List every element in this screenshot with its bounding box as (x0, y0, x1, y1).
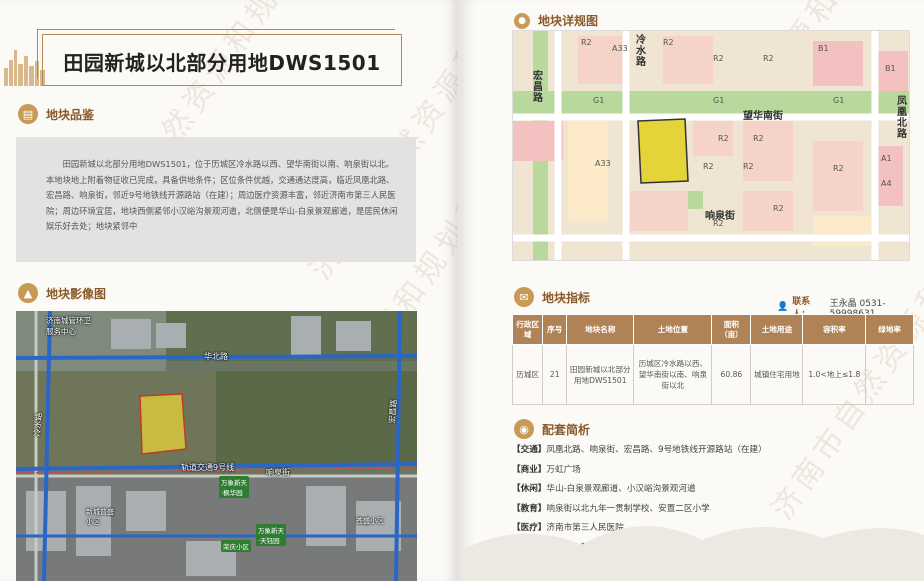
table-cell: 1.0<地上≤1.8 (802, 344, 867, 405)
table-cell (865, 344, 914, 405)
map-label: 轨道交通9号线 (181, 463, 235, 472)
map-label: 宏昌路 (387, 399, 399, 424)
map-pin: 万象新天 ·天钰园 (256, 524, 286, 546)
map-pin: 万象新天 ·枫华园 (219, 476, 249, 498)
svg-text:A1: A1 (881, 154, 892, 163)
section-header-image: ▲ 地块影像图 (18, 283, 106, 303)
svg-text:R2: R2 (753, 134, 764, 143)
facility-tag: 【医疗】 (512, 523, 547, 534)
facilities-list: 【交通】凤凰北路、响泉街、宏昌路、9号地铁线开源路站（在建） 【商业】万虹广场 … (512, 441, 912, 559)
table-header: 行政区域 (511, 314, 544, 345)
section-header-intro: ▤ 地块品鉴 (18, 104, 94, 124)
title-frame: 田园新城以北部分用地DWS1501 (37, 29, 402, 86)
table-header: 土地用途 (750, 314, 804, 345)
book-icon: ▤ (18, 104, 38, 124)
table-header: 序号 (542, 314, 568, 345)
facility-tag: 【商业】 (512, 464, 547, 475)
map-label: 华北路 (204, 352, 228, 361)
facility-tag: 【休闲】 (512, 484, 547, 495)
map-label: 响泉街 (266, 468, 290, 477)
road-label: 冷 水 路 (636, 35, 646, 68)
svg-text:A33: A33 (595, 159, 611, 168)
section-title: 地块影像图 (46, 286, 107, 301)
satellite-map: 济南城管环卫 服务中心 华北路 冷水路 轨道交通9号线 响泉街 宏昌路 新城普盛… (16, 311, 417, 581)
intro-text: 田园新城以北部分用地DWS1501，位于历城区冷水路以西、望华南街以南、响泉街以… (46, 159, 398, 231)
facility-text: 济南市第三人民医院 (546, 523, 624, 534)
facility-tag: 【周边楼盘】 (512, 542, 564, 553)
list-item: 【商业】万虹广场 (512, 461, 912, 481)
table-header: 面积（亩） (711, 314, 752, 345)
svg-text:R2: R2 (713, 54, 724, 63)
table-cell: 田园新城以北部分用地DWS1501 (566, 344, 635, 405)
svg-text:R2: R2 (718, 134, 729, 143)
map-pin-icon: ● (514, 12, 530, 29)
section-title: 配套简析 (542, 422, 591, 437)
svg-text:R2: R2 (743, 162, 754, 171)
map-label: 冷水路 (32, 412, 44, 437)
right-page: 济南市自然资源和规划局 济南市自然资源和规划局 ● 地块详规图 (462, 0, 924, 581)
facility-text: 万虹广场 (546, 464, 581, 475)
facility-tag: 【交通】 (512, 445, 547, 455)
map-label: 新城普盛 小区 (86, 508, 114, 526)
facility-text: 万象新天 (563, 542, 598, 553)
land-index-table: 行政区域 序号 地块名称 土地位置 面积（亩） 土地用途 容积率 绿地率 历城区… (511, 314, 914, 405)
list-item: 【交通】凤凰北路、响泉街、宏昌路、9号地铁线开源路站（在建） (512, 441, 912, 461)
svg-text:G1: G1 (713, 96, 724, 105)
facility-text: 华山-白泉景观廊道、小汉峪沟景观河道 (546, 484, 696, 495)
table-cell: 历城区 (511, 344, 544, 405)
list-item: 【周边楼盘】万象新天 (512, 539, 912, 559)
table-header-row: 行政区域 序号 地块名称 土地位置 面积（亩） 土地用途 容积率 绿地率 (511, 314, 914, 345)
location-icon: ◉ (514, 419, 534, 439)
section-title: 地块详规图 (538, 14, 599, 28)
table-header: 容积率 (802, 314, 867, 345)
road-label: 响泉街 (705, 211, 735, 222)
road-label: 宏 昌 路 (533, 71, 543, 104)
table-header: 土地位置 (633, 314, 713, 345)
svg-text:B1: B1 (818, 44, 829, 53)
map-label: 济南城管环卫 服务中心 (46, 316, 91, 336)
zoning-map: R2 A33 R2 R2 R2 B1 B1 G1 G1 G1 R2 R2 A33 R2 R2 R2 A… (512, 30, 910, 261)
mail-icon: ✉ (514, 287, 534, 307)
table-cell: 城镇住宅用地 (750, 344, 804, 405)
intro-box: 田园新城以北部分用地DWS1501，位于历城区冷水路以西、望华南街以南、响泉街以… (16, 137, 416, 262)
road-label: 凤 凰 北 路 (897, 96, 907, 140)
svg-text:G1: G1 (593, 96, 604, 105)
svg-text:R2: R2 (663, 38, 674, 47)
svg-text:R2: R2 (833, 164, 844, 173)
page-title: 田园新城以北部分用地DWS1501 (63, 51, 381, 75)
svg-text:A33: A33 (612, 44, 628, 53)
table-cell: 21 (542, 344, 568, 405)
table-cell: 历城区冷水路以西、望华南街以南、响泉街以北 (633, 344, 713, 405)
table-header: 地块名称 (566, 314, 635, 345)
table-row: 历城区 21 田园新城以北部分用地DWS1501 历城区冷水路以西、望华南街以南… (511, 344, 914, 405)
map-pin: 荣庆小区 (221, 540, 251, 552)
zoning-plan: R2 A33 R2 R2 R2 B1 B1 G1 G1 G1 R2 R2 A33 R2 R2 R2 A… (513, 31, 909, 260)
svg-text:R2: R2 (773, 204, 784, 213)
facility-tag: 【教育】 (512, 503, 547, 514)
mountain-icon: ▲ (18, 283, 38, 303)
svg-text:B1: B1 (885, 64, 896, 73)
section-header-facilities: ◉ 配套简析 (514, 419, 590, 439)
section-header-index: ✉ 地块指标 (514, 287, 590, 307)
svg-text:R2: R2 (763, 54, 774, 63)
svg-text:R2: R2 (703, 162, 714, 171)
person-icon: 👤 (777, 302, 789, 312)
table-cell: 60.86 (711, 344, 752, 405)
list-item: 【医疗】济南市第三人民医院 (512, 519, 912, 539)
list-item: 【休闲】华山-白泉景观廊道、小汉峪沟景观河道 (512, 480, 912, 500)
svg-text:R2: R2 (581, 38, 592, 47)
svg-text:G1: G1 (833, 96, 844, 105)
table-header: 绿地率 (865, 314, 914, 345)
facility-text: 凤凰北路、响泉街、宏昌路、9号地铁线开源路站（在建） (546, 445, 767, 455)
svg-text:A4: A4 (881, 179, 892, 188)
road-label: 望华南街 (743, 111, 783, 122)
map-label: 苍盛小区 (356, 517, 384, 525)
section-title: 地块品鉴 (46, 107, 95, 122)
left-page: 济南市自然资源和规划局 济南市自然资源和规划局 济南市自然资源和规划局 田园新城… (0, 0, 458, 581)
section-title: 地块指标 (542, 290, 591, 305)
section-header-detail: ● 地块详规图 (514, 12, 598, 29)
list-item: 【教育】响泉街以北九年一贯制学校、安置二区小学 (512, 500, 912, 520)
facility-text: 响泉街以北九年一贯制学校、安置二区小学 (546, 503, 710, 514)
